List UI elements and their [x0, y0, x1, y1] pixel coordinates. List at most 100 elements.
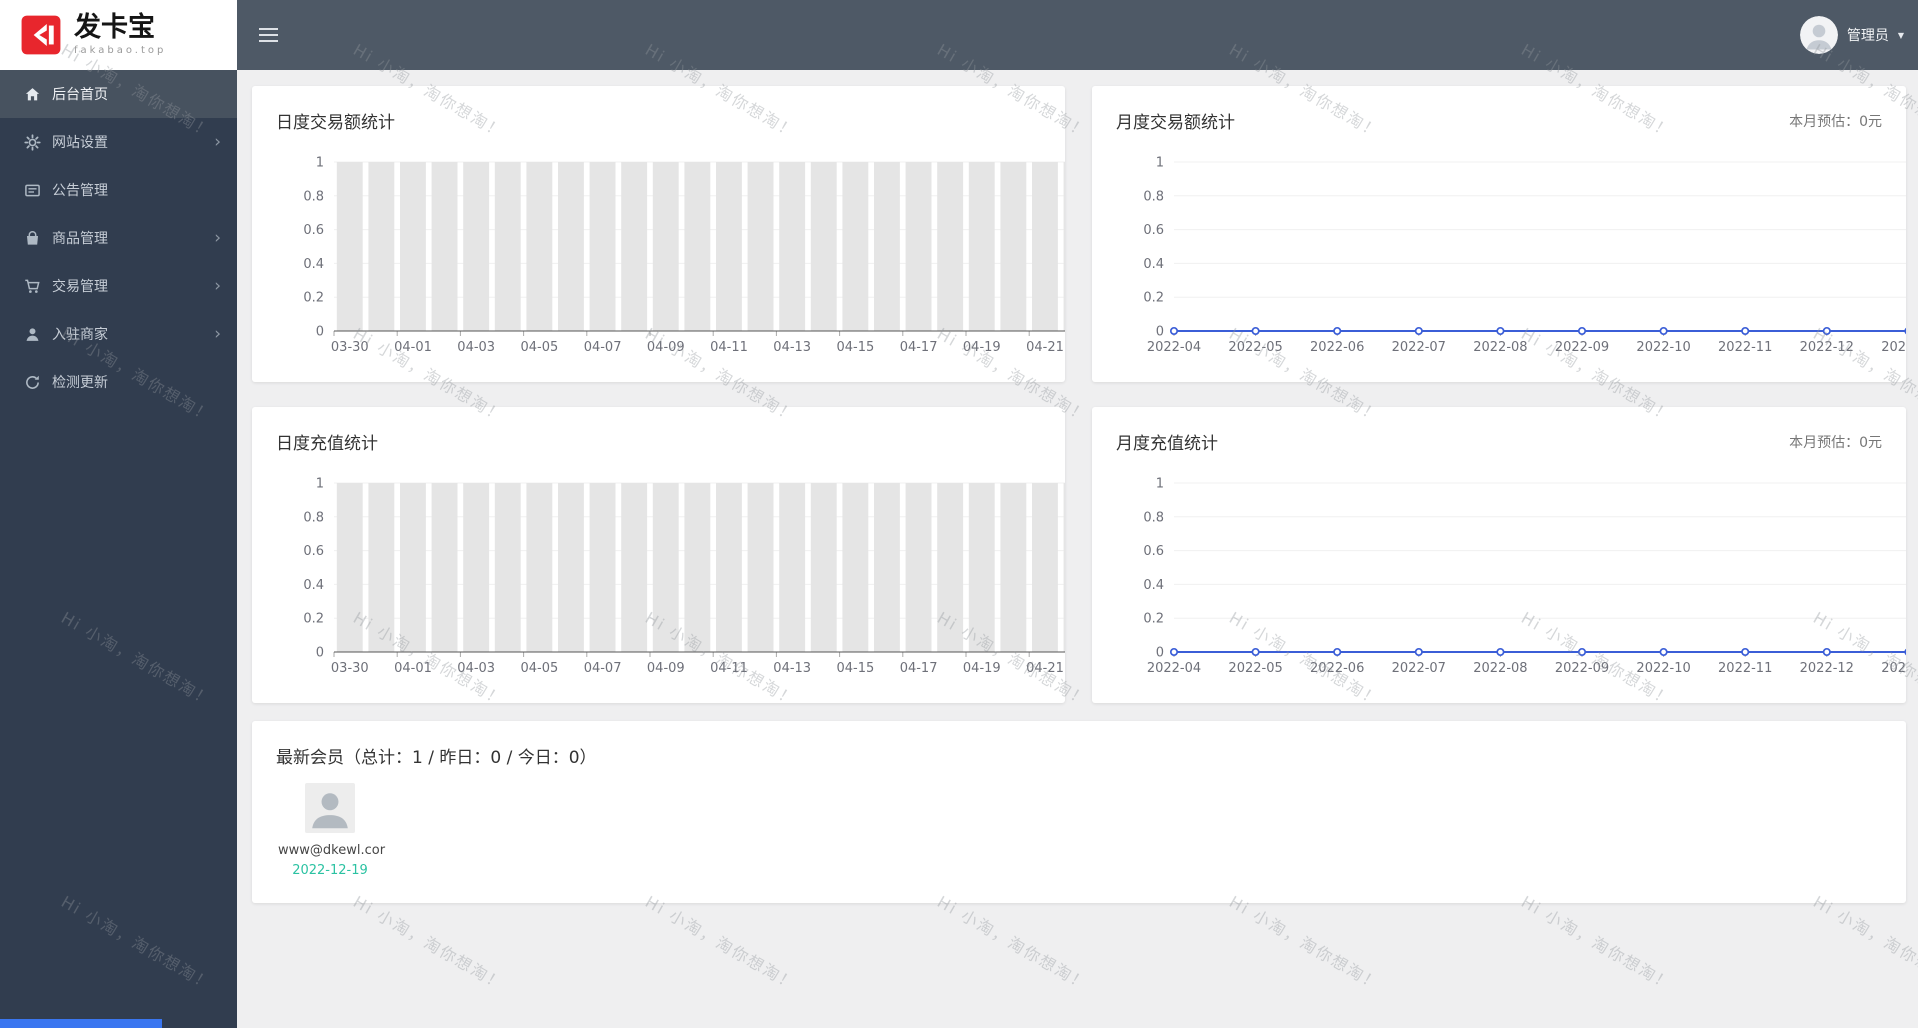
member-avatar-image — [305, 783, 355, 833]
svg-text:0.8: 0.8 — [1143, 189, 1164, 204]
svg-text:04-07: 04-07 — [584, 661, 622, 676]
latest-members-card: 最新会员（总计：1 / 昨日：0 / 今日：0） www@dkewl.cor 2… — [252, 721, 1906, 903]
main-content: 日度交易额统计 0 0.2 0.4 0.6 0.8 1 03-30 04-01 04-03 04-… — [237, 70, 1918, 1028]
chart-canvas: 0 0.2 0.4 0.6 0.8 1 03-30 04-01 04-03 04-05 04-07 0… — [303, 156, 1065, 355]
svg-text:04-15: 04-15 — [837, 340, 875, 355]
svg-text:04-13: 04-13 — [773, 661, 811, 676]
sidebar-item-3[interactable]: 公告管理 — [0, 166, 237, 214]
bottom-left-blue-strip — [0, 1019, 162, 1028]
svg-text:2023-01: 2023-01 — [1881, 661, 1906, 676]
svg-text:2022-10: 2022-10 — [1636, 661, 1690, 676]
svg-text:0: 0 — [1156, 325, 1164, 340]
svg-text:0.4: 0.4 — [303, 578, 324, 593]
user-dropdown[interactable]: 管理员 ▼ — [1799, 16, 1918, 54]
svg-text:04-09: 04-09 — [647, 661, 685, 676]
svg-text:04-03: 04-03 — [457, 661, 495, 676]
sidebar-item-label: 网站设置 — [52, 135, 108, 151]
svg-text:04-09: 04-09 — [647, 340, 685, 355]
daily-recharge-chart-card: 日度充值统计 0 0.2 0.4 0.6 0.8 1 03-30 04-01 04-03 04-0… — [252, 407, 1065, 703]
svg-text:04-05: 04-05 — [521, 661, 559, 676]
svg-text:03-30: 03-30 — [331, 340, 369, 355]
svg-text:04-05: 04-05 — [521, 340, 559, 355]
svg-text:0.2: 0.2 — [303, 291, 324, 306]
svg-text:1: 1 — [1156, 156, 1164, 171]
svg-text:0.6: 0.6 — [303, 544, 324, 559]
svg-text:04-07: 04-07 — [584, 340, 622, 355]
sidebar-item-5[interactable]: 交易管理 › — [0, 262, 237, 310]
home-icon — [24, 86, 41, 103]
svg-text:2022-09: 2022-09 — [1555, 661, 1609, 676]
svg-text:2022-04: 2022-04 — [1147, 340, 1201, 355]
chevron-right-icon: › — [214, 323, 221, 344]
svg-text:0: 0 — [1156, 646, 1164, 661]
sidebar-item-label: 公告管理 — [52, 183, 108, 199]
topbar: 发卡宝 fakabao.top 管理员 ▼ — [0, 0, 1918, 70]
svg-text:2022-06: 2022-06 — [1310, 661, 1364, 676]
chevron-right-icon: › — [214, 227, 221, 248]
svg-text:2022-04: 2022-04 — [1147, 661, 1201, 676]
svg-text:2022-11: 2022-11 — [1718, 340, 1772, 355]
svg-text:0: 0 — [316, 646, 324, 661]
svg-text:1: 1 — [1156, 477, 1164, 492]
dashboard: 日度交易额统计 0 0.2 0.4 0.6 0.8 1 03-30 04-01 04-03 04-… — [237, 70, 1918, 903]
svg-text:0.2: 0.2 — [1143, 612, 1164, 627]
chevron-right-icon: › — [214, 275, 221, 296]
brand-domain: fakabao.top — [74, 45, 167, 56]
svg-text:03-30: 03-30 — [331, 661, 369, 676]
brand-logo[interactable]: 发卡宝 fakabao.top — [0, 0, 237, 70]
month-estimate-label: 本月预估：0元 — [1789, 435, 1882, 451]
menu-toggle-button[interactable] — [259, 28, 278, 42]
svg-text:0: 0 — [316, 325, 324, 340]
svg-text:2022-08: 2022-08 — [1473, 661, 1527, 676]
svg-text:04-01: 04-01 — [394, 661, 432, 676]
brand-logo-icon — [21, 15, 61, 55]
svg-text:2022-08: 2022-08 — [1473, 340, 1527, 355]
chart-canvas: 0 0.2 0.4 0.6 0.8 1 03-30 04-01 04-03 04-05 04-07 0… — [303, 477, 1065, 676]
svg-text:2022-12: 2022-12 — [1800, 340, 1854, 355]
chart-canvas: 0 0.2 0.4 0.6 0.8 1 2022-04 2022-05 2022-06 2022-… — [1143, 477, 1906, 676]
svg-text:2022-10: 2022-10 — [1636, 340, 1690, 355]
svg-text:0.2: 0.2 — [1143, 291, 1164, 306]
svg-text:04-13: 04-13 — [773, 340, 811, 355]
bag-icon — [24, 230, 41, 247]
user-avatar — [1799, 16, 1838, 54]
svg-text:2023-01: 2023-01 — [1881, 340, 1906, 355]
svg-text:2022-09: 2022-09 — [1555, 340, 1609, 355]
chart-title: 日度交易额统计 — [276, 113, 395, 133]
svg-text:04-19: 04-19 — [963, 340, 1001, 355]
svg-text:0.8: 0.8 — [303, 510, 324, 525]
sidebar-item-7[interactable]: 检测更新 — [0, 358, 237, 406]
svg-text:0.4: 0.4 — [303, 257, 324, 272]
svg-text:0.4: 0.4 — [1143, 257, 1164, 272]
svg-text:1: 1 — [316, 156, 324, 171]
chart-title: 日度充值统计 — [276, 434, 378, 454]
svg-text:04-17: 04-17 — [900, 340, 938, 355]
sidebar-item-6[interactable]: 入驻商家 › — [0, 310, 237, 358]
chevron-right-icon: › — [214, 131, 221, 152]
monthly-recharge-chart: 0 0.2 0.4 0.6 0.8 1 2022-04 2022-05 2022-06 2022-… — [1092, 467, 1906, 703]
svg-text:0.8: 0.8 — [1143, 510, 1164, 525]
sidebar-item-label: 交易管理 — [52, 279, 108, 295]
sidebar-item-2[interactable]: 网站设置 › — [0, 118, 237, 166]
svg-text:0.2: 0.2 — [303, 612, 324, 627]
sidebar-item-1[interactable]: 后台首页 — [0, 70, 237, 118]
svg-text:2022-07: 2022-07 — [1392, 340, 1446, 355]
sidebar-item-4[interactable]: 商品管理 › — [0, 214, 237, 262]
month-estimate-label: 本月预估：0元 — [1789, 114, 1882, 130]
svg-text:2022-05: 2022-05 — [1228, 340, 1282, 355]
sidebar-item-label: 后台首页 — [52, 87, 108, 103]
member-item[interactable]: www@dkewl.cor 2022-12-19 — [278, 783, 385, 878]
svg-text:04-19: 04-19 — [963, 661, 1001, 676]
svg-text:2022-06: 2022-06 — [1310, 340, 1364, 355]
svg-text:2022-05: 2022-05 — [1228, 661, 1282, 676]
chart-canvas: 0 0.2 0.4 0.6 0.8 1 2022-04 2022-05 2022-06 2022-… — [1143, 156, 1906, 355]
svg-text:2022-11: 2022-11 — [1718, 661, 1772, 676]
monthly-transaction-chart-card: 月度交易额统计 本月预估：0元 0 0.2 0.4 0.6 0.8 1 2022-04 202… — [1092, 86, 1906, 382]
gear-icon — [24, 133, 41, 151]
svg-text:0.6: 0.6 — [1143, 544, 1164, 559]
user-name: 管理员 — [1846, 28, 1889, 44]
daily-recharge-chart: 0 0.2 0.4 0.6 0.8 1 03-30 04-01 04-03 04-05 04-07 0… — [252, 467, 1065, 703]
svg-text:04-11: 04-11 — [710, 340, 748, 355]
member-join-date: 2022-12-19 — [292, 863, 368, 878]
svg-text:04-17: 04-17 — [900, 661, 938, 676]
